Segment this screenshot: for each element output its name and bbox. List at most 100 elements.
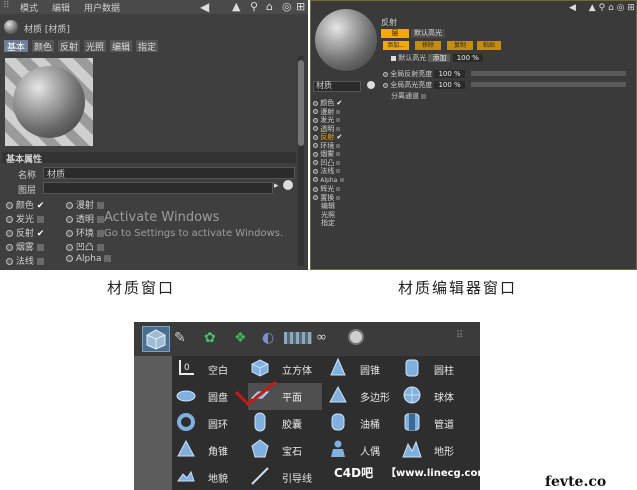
red-check-mark-icon bbox=[234, 380, 277, 407]
deformer-tool-icon[interactable]: ◐ bbox=[262, 330, 274, 346]
editor-extra[interactable]: 指定 bbox=[313, 219, 373, 228]
channel-row[interactable]: 环境 bbox=[66, 226, 104, 239]
menu-item-sphere[interactable]: 球体 bbox=[402, 383, 472, 410]
global-reflect-field[interactable]: 100 % bbox=[434, 70, 465, 78]
menu-item-pyramid[interactable]: 角锥 bbox=[176, 437, 242, 464]
scene-tool-icon[interactable] bbox=[284, 332, 312, 344]
c4d-watermark: C4D吧 bbox=[334, 466, 374, 480]
tab-assign[interactable]: 指定 bbox=[136, 40, 159, 53]
global-reflect-slider[interactable] bbox=[471, 71, 626, 76]
cube-tool-icon[interactable] bbox=[142, 326, 170, 352]
up-arrow-icon[interactable]: ▲ bbox=[589, 3, 596, 13]
blend-mode-select[interactable]: 添加 bbox=[428, 54, 451, 62]
tab-light[interactable]: 光照 bbox=[84, 40, 107, 53]
target-icon[interactable]: ◎ bbox=[282, 0, 292, 13]
editor-channel[interactable]: 凹凸 bbox=[313, 159, 373, 168]
tab-basic[interactable]: 基本 bbox=[4, 40, 29, 53]
pen-tool-icon[interactable]: ✎ bbox=[174, 330, 186, 346]
menu-item-figure[interactable]: 人偶 bbox=[328, 437, 398, 464]
editor-channel[interactable]: 发光 bbox=[313, 116, 373, 125]
section-header: 基本属性 bbox=[2, 152, 296, 165]
editor-channel[interactable]: 透明 bbox=[313, 125, 373, 134]
layer-remove-button[interactable]: 移除 bbox=[415, 41, 441, 50]
menu-userdata[interactable]: 用户数据 bbox=[84, 1, 120, 14]
menu-item-polygon[interactable]: 多边形 bbox=[328, 383, 398, 410]
menu-item-oiltank[interactable]: 油桶 bbox=[328, 410, 398, 437]
editor-extra[interactable]: 编辑 bbox=[313, 202, 373, 211]
subdivide-tool-icon[interactable]: ✿ bbox=[204, 330, 216, 346]
figure-icon bbox=[331, 440, 345, 457]
cloner-tool-icon[interactable]: ❖ bbox=[234, 330, 247, 346]
editor-channel[interactable]: Alpha bbox=[313, 176, 373, 186]
light-tool-icon[interactable] bbox=[348, 329, 364, 345]
blend-value-field[interactable]: 100 % bbox=[452, 54, 483, 62]
new-panel-icon[interactable]: ⊞ bbox=[627, 3, 635, 13]
layer-tab-default-highlight[interactable]: 默认高光 bbox=[411, 29, 445, 38]
channel-row[interactable]: 法线 bbox=[6, 254, 44, 267]
search-icon[interactable]: ⚲ bbox=[599, 3, 606, 13]
site-watermark: fevte.co bbox=[545, 474, 607, 490]
menu-item-capsule[interactable]: 胶囊 bbox=[250, 410, 322, 437]
layer-copy-button[interactable]: 复制 bbox=[447, 41, 473, 50]
menu-item-gem[interactable]: 宝石 bbox=[250, 437, 322, 464]
editor-extra[interactable]: 光照 bbox=[313, 211, 373, 220]
mat-picker-icon[interactable] bbox=[367, 81, 375, 89]
tab-reflect[interactable]: 反射 bbox=[58, 40, 81, 53]
editor-channel[interactable]: 置换 bbox=[313, 194, 373, 203]
global-spec-row[interactable]: 全局高光亮度 100 % bbox=[383, 80, 465, 90]
channel-row[interactable]: 漫射 bbox=[66, 198, 104, 211]
target-icon[interactable]: ◎ bbox=[617, 3, 625, 13]
menu-item-guide[interactable]: 引导线 bbox=[250, 464, 322, 490]
default-highlight-row[interactable]: 默认高光 添加 100 % bbox=[391, 53, 483, 63]
layer-paste-button[interactable]: 粘贴 bbox=[477, 41, 501, 50]
global-spec-slider[interactable] bbox=[471, 82, 626, 87]
global-reflect-row[interactable]: 全局反射亮度 100 % bbox=[383, 69, 465, 79]
mat-name-field[interactable]: 材质 bbox=[313, 81, 361, 92]
channel-row[interactable]: 透明 bbox=[66, 212, 104, 225]
menu-edit[interactable]: 编辑 bbox=[52, 1, 70, 14]
name-field[interactable]: 材质 bbox=[43, 167, 295, 180]
editor-channel[interactable]: 颜色 ✔ bbox=[313, 99, 373, 108]
layer-field[interactable] bbox=[43, 182, 273, 194]
channel-row[interactable]: 发光 bbox=[6, 212, 44, 225]
up-arrow-icon[interactable]: ▲ bbox=[232, 0, 240, 13]
menu-item-landscape[interactable]: 地貌 bbox=[176, 464, 242, 490]
lock-icon[interactable]: ⌂ bbox=[608, 3, 614, 13]
channel-row[interactable]: 颜色 ✔ bbox=[6, 198, 44, 211]
global-spec-field[interactable]: 100 % bbox=[434, 81, 465, 89]
cube-icon bbox=[251, 359, 269, 377]
tab-color[interactable]: 颜色 bbox=[32, 40, 55, 53]
scrollbar[interactable] bbox=[298, 56, 304, 266]
cylinder-icon bbox=[405, 359, 419, 377]
channel-row[interactable]: 烟雾 bbox=[6, 240, 44, 253]
editor-channel[interactable]: 环境 bbox=[313, 142, 373, 151]
layer-picker-icon[interactable] bbox=[283, 180, 293, 190]
search-icon[interactable]: ⚲ bbox=[250, 0, 258, 13]
menu-mode[interactable]: 模式 bbox=[20, 1, 38, 14]
camera-tool-icon[interactable]: ∞ bbox=[316, 330, 327, 345]
new-panel-icon[interactable]: ⊞ bbox=[296, 0, 305, 13]
editor-channel[interactable]: 辉光 bbox=[313, 185, 373, 194]
check-icon: ✔ bbox=[36, 229, 45, 239]
menu-item-terrain[interactable]: 地形 bbox=[402, 437, 472, 464]
editor-channel[interactable]: 法线 bbox=[313, 167, 373, 176]
editor-channel[interactable]: 烟雾 bbox=[313, 150, 373, 159]
editor-channel[interactable]: 反射 ✔ bbox=[313, 133, 373, 142]
menu-item-cylinder[interactable]: 圆柱 bbox=[402, 356, 472, 383]
channel-row[interactable]: 凹凸 bbox=[66, 240, 104, 253]
layer-arrow-icon[interactable]: ▸ bbox=[274, 181, 279, 191]
menu-item-cone[interactable]: 圆锥 bbox=[328, 356, 398, 383]
back-arrow-icon[interactable]: ◀ bbox=[200, 0, 209, 14]
menu-item-tube[interactable]: 管道 bbox=[402, 410, 472, 437]
editor-channel[interactable]: 漫射 bbox=[313, 108, 373, 117]
tab-edit[interactable]: 编辑 bbox=[110, 40, 133, 53]
layer-add-button[interactable]: 添加... bbox=[383, 41, 409, 50]
channel-row[interactable]: 反射 ✔ bbox=[6, 226, 44, 239]
menu-item-torus[interactable]: 圆环 bbox=[176, 410, 242, 437]
separate-pass-row[interactable]: 分离通道 bbox=[391, 91, 427, 101]
layer-tab-active[interactable]: 层 bbox=[381, 29, 409, 38]
channel-row[interactable]: Alpha bbox=[66, 254, 112, 264]
back-arrow-icon[interactable]: ◀ bbox=[569, 3, 576, 13]
material-thumb bbox=[4, 20, 18, 34]
lock-icon[interactable]: ⌂ bbox=[266, 0, 273, 13]
